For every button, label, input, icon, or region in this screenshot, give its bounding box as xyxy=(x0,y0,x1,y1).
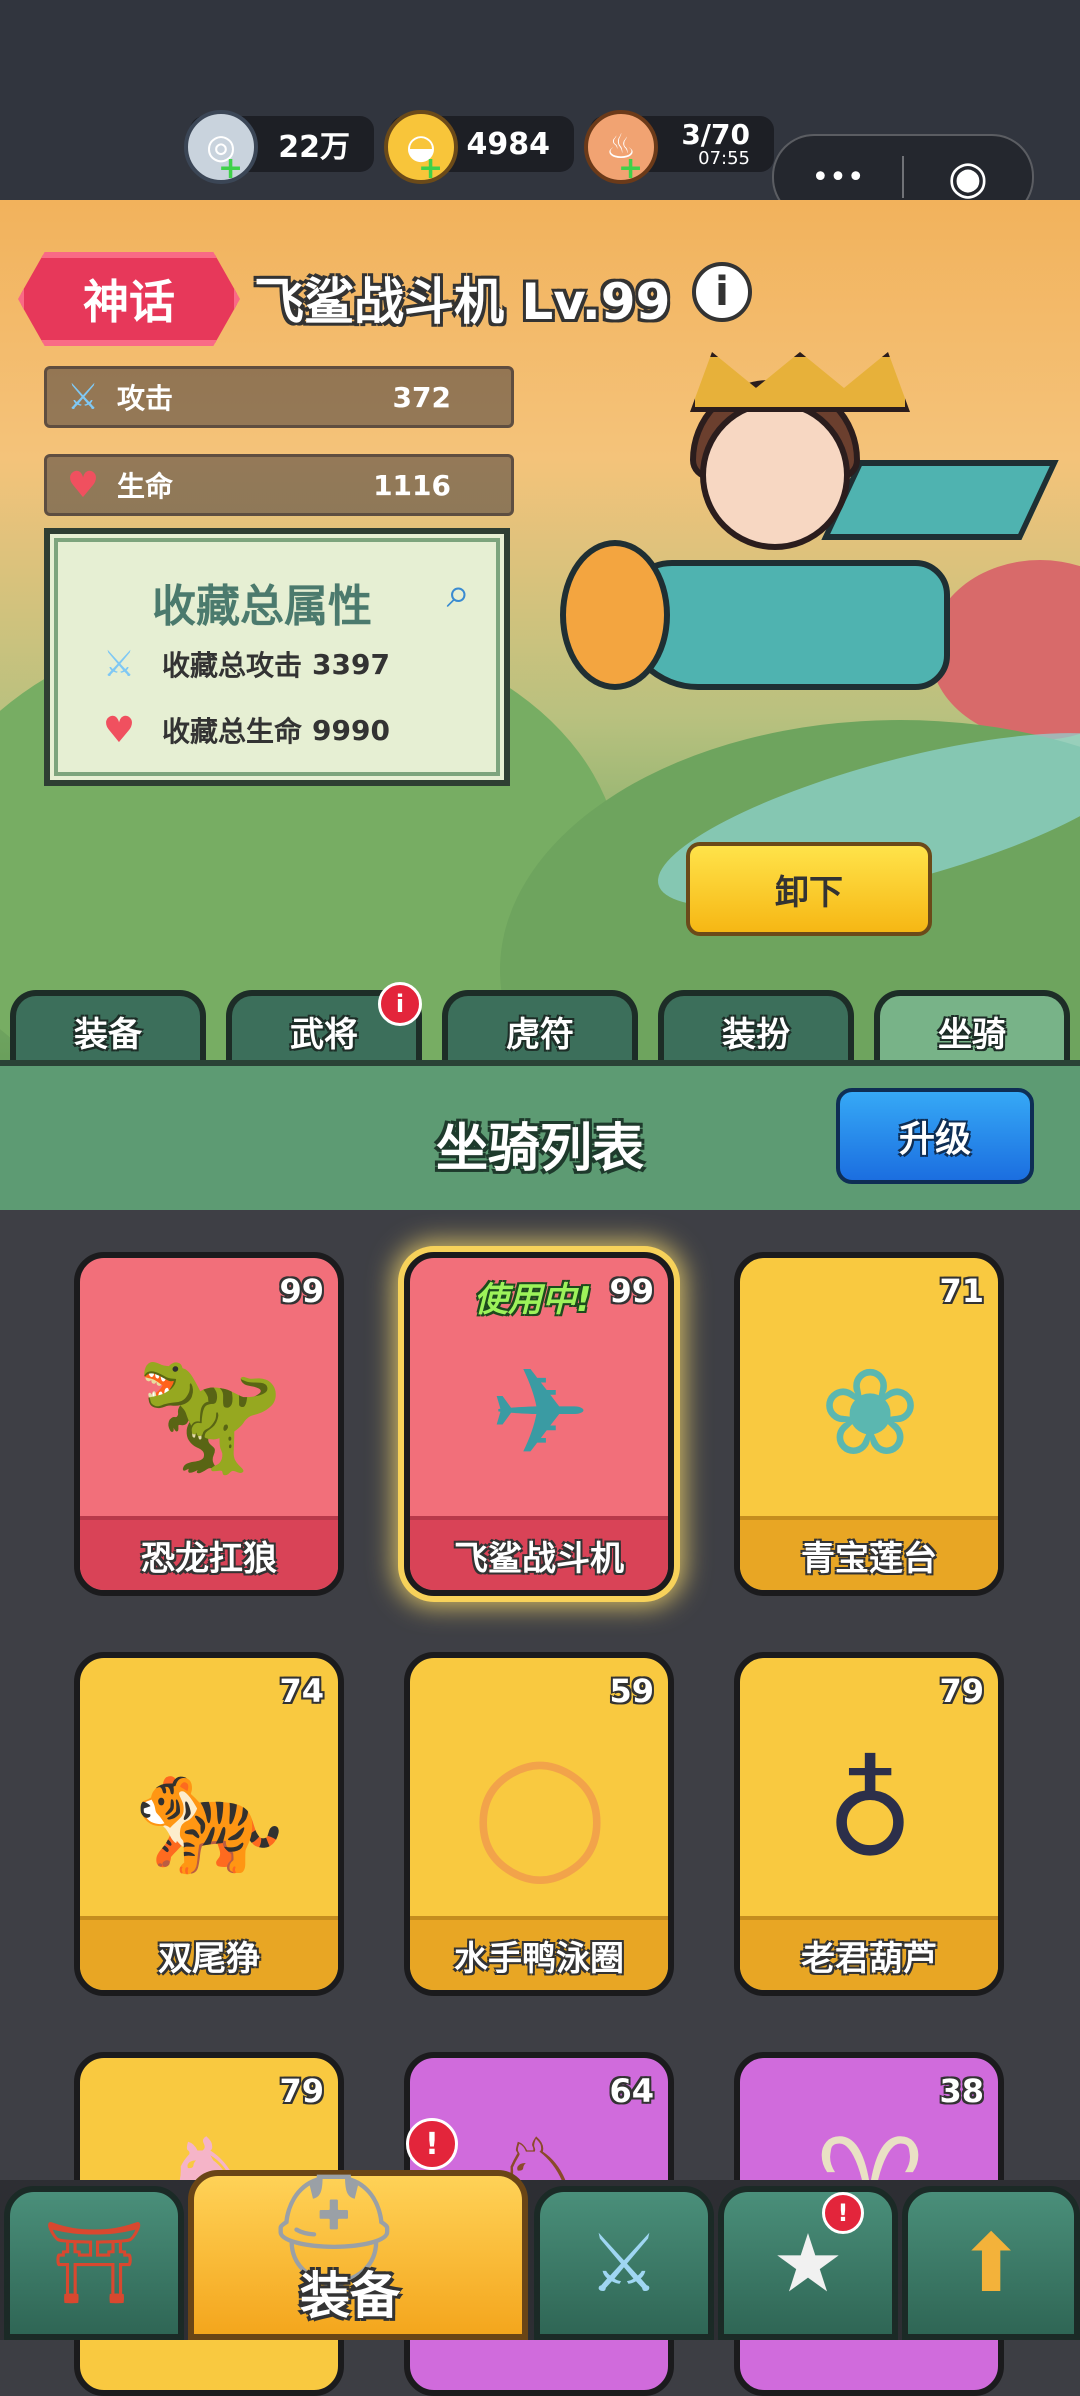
tab-costume[interactable]: 装扮 xyxy=(658,990,854,1066)
collection-attack-value: 3397 xyxy=(312,647,390,681)
dinosaur-mount-icon: 🦖 xyxy=(135,1343,285,1482)
info-icon[interactable]: i xyxy=(692,262,752,322)
tab-tiger-tally[interactable]: 虎符 xyxy=(442,990,638,1066)
shark-plane-mount-icon: ✈ xyxy=(489,1343,591,1483)
tab-label: 武将 xyxy=(290,1014,358,1055)
collection-attack-label: 收藏总攻击 xyxy=(162,649,303,682)
mount-level: 71 xyxy=(939,1272,984,1310)
attack-value: 372 xyxy=(392,380,451,414)
rarity-badge: 神话 xyxy=(18,252,240,346)
city-gate-icon: ⛩ xyxy=(43,2216,145,2309)
attack-stat: ⚔ 攻击 372 xyxy=(44,366,514,428)
tab-generals[interactable]: 武将 i xyxy=(226,982,422,1066)
equipment-alert-badge: ! xyxy=(406,2118,458,2170)
unequip-button[interactable]: 卸下 xyxy=(686,842,932,936)
upgrade-button[interactable]: 升级 xyxy=(836,1088,1034,1184)
tiger-mount-icon: 🐅 xyxy=(135,1743,285,1882)
health-value: 1116 xyxy=(373,468,451,502)
collection-health-row: ♥ 收藏总生命 9990 xyxy=(94,704,390,756)
sword-icon: ⚔ xyxy=(66,376,100,418)
gourd-mount-icon: ♁ xyxy=(826,1743,914,1883)
more-menu-icon[interactable]: ••• xyxy=(774,160,902,195)
hero-alert-badge: ! xyxy=(822,2192,864,2234)
rider-portrait-art xyxy=(700,400,850,550)
heart-icon: ♥ xyxy=(66,464,100,506)
mount-name: 水手鸭泳圈 xyxy=(410,1916,668,1990)
mount-level: 99 xyxy=(279,1272,324,1310)
nav-upgrade-button[interactable]: ⬆ xyxy=(902,2186,1080,2340)
nav-equipment-label: 装备 xyxy=(300,2267,400,2325)
mount-name: 老君葫芦 xyxy=(740,1916,998,1990)
lotus-platform-mount-icon: ❀ xyxy=(819,1343,921,1483)
collection-health-label: 收藏总生命 xyxy=(162,715,303,748)
stamina-value: 3/70 xyxy=(681,118,750,151)
mount-name: 飞鲨战斗机 xyxy=(410,1516,668,1590)
magnifier-icon[interactable]: ⌕ xyxy=(446,568,470,618)
nav-hero-button[interactable]: ★ xyxy=(718,2186,898,2340)
rider-crown-art xyxy=(690,352,910,412)
close-miniprogram-icon[interactable]: ◉ xyxy=(904,150,1032,204)
mount-name: 双尾狰 xyxy=(80,1916,338,1990)
mount-card-selected[interactable]: ✈ 使用中! 99 飞鲨战斗机 xyxy=(404,1252,674,1596)
tab-label: 虎符 xyxy=(506,1014,574,1055)
add-stamina-icon[interactable]: + xyxy=(618,151,643,186)
mount-card[interactable]: ◯ 59 水手鸭泳圈 xyxy=(404,1652,674,1996)
health-stat: ♥ 生命 1116 xyxy=(44,454,514,516)
silver-currency[interactable]: ◎ 22万 + xyxy=(184,110,374,186)
stamina-currency[interactable]: ♨ 3/70 07:55 + xyxy=(584,110,774,186)
mount-card[interactable]: 🦖 99 恐龙扛狼 xyxy=(74,1252,344,1596)
collection-attack-row: ⚔ 收藏总攻击 3397 xyxy=(94,638,390,690)
plane-wing-art xyxy=(821,460,1059,540)
mount-title: 飞鲨战斗机 Lv.99 xyxy=(254,273,671,331)
mount-card[interactable]: 🐅 74 双尾狰 xyxy=(74,1652,344,1996)
add-gold-icon[interactable]: + xyxy=(418,151,443,186)
mount-level: 79 xyxy=(939,1672,984,1710)
tab-label: 装扮 xyxy=(722,1014,790,1055)
mount-level: 59 xyxy=(609,1672,654,1710)
sword-icon: ⚔ xyxy=(102,643,136,685)
attack-label: 攻击 xyxy=(117,382,174,415)
tab-label: 坐骑 xyxy=(938,1014,1006,1055)
mount-level: 64 xyxy=(609,2072,654,2110)
mount-level: 79 xyxy=(279,2072,324,2110)
upgrade-arrow-icon: ⬆ xyxy=(957,2216,1025,2310)
mount-level: 99 xyxy=(609,1272,654,1310)
silver-value: 22万 xyxy=(278,130,350,165)
mount-level: 38 xyxy=(939,2072,984,2110)
stamina-timer: 07:55 xyxy=(698,148,750,169)
pink-tree-decoration xyxy=(930,560,1080,740)
collection-panel[interactable]: 收藏总属性 ⌕ ⚔ 收藏总攻击 3397 ♥ 收藏总生命 9990 xyxy=(44,528,510,786)
nav-city-button[interactable]: ⛩ xyxy=(4,2186,184,2340)
mount-card[interactable]: ♁ 79 老君葫芦 xyxy=(734,1652,1004,1996)
add-silver-icon[interactable]: + xyxy=(218,151,243,186)
heart-icon: ♥ xyxy=(102,709,136,751)
tab-label: 装备 xyxy=(74,1014,142,1055)
nav-battle-button[interactable]: ⚔ xyxy=(534,2186,714,2340)
in-use-label: 使用中! xyxy=(474,1280,592,1320)
crossed-swords-icon: ⚔ xyxy=(588,2216,660,2310)
gold-value: 4984 xyxy=(466,126,551,162)
duck-float-mount-icon: ◯ xyxy=(472,1743,608,1883)
mount-card[interactable]: ❀ 71 青宝莲台 xyxy=(734,1252,1004,1596)
propeller-art xyxy=(560,540,670,690)
mount-name: 青宝莲台 xyxy=(740,1516,998,1590)
collection-health-value: 9990 xyxy=(312,713,390,747)
gold-currency[interactable]: ◒ 4984 + xyxy=(384,110,574,186)
tab-mounts[interactable]: 坐骑 xyxy=(874,990,1070,1066)
collection-title: 收藏总属性 xyxy=(152,581,372,632)
mount-level: 74 xyxy=(279,1672,324,1710)
health-label: 生命 xyxy=(117,470,174,503)
tab-equipment[interactable]: 装备 xyxy=(10,990,206,1066)
mount-name: 恐龙扛狼 xyxy=(80,1516,338,1590)
notification-dot: i xyxy=(378,982,422,1026)
